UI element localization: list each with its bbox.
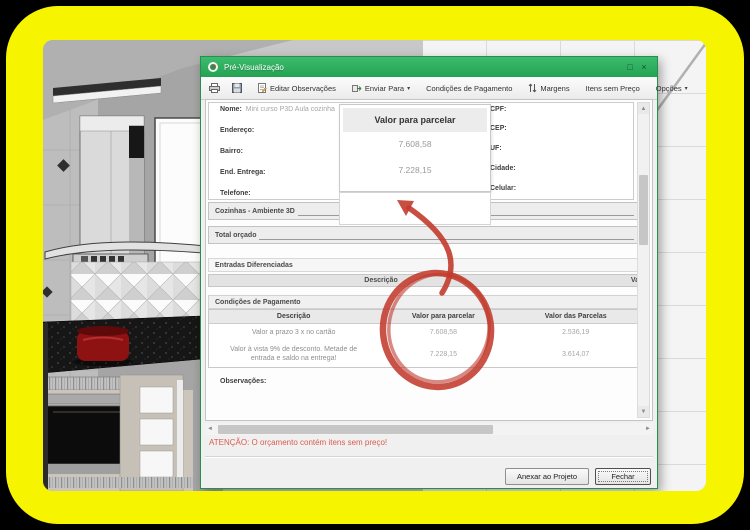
- valor-parcelar-value-2: 7.228,15: [340, 165, 490, 175]
- drawer-front: [140, 419, 173, 445]
- field-cpf: CPF:: [490, 106, 506, 113]
- backsplash-tiles: [71, 262, 216, 323]
- vertical-scrollbar[interactable]: ▲ ▼: [637, 102, 650, 418]
- valor-parcelar-value-1: 7.608,58: [340, 139, 490, 149]
- toolbar-item-enviar-para[interactable]: Enviar Para ▾: [348, 82, 414, 95]
- scroll-up-icon[interactable]: ▲: [638, 103, 649, 114]
- drawer-front: [140, 451, 173, 477]
- scroll-right-icon[interactable]: ►: [643, 423, 653, 435]
- section-condicoes: Condições de Pagamento: [208, 295, 644, 309]
- nome-value: Mini curso P3D Aula cozinha: [246, 106, 335, 113]
- field-celular: Celular:: [490, 185, 516, 192]
- app-icon: [207, 61, 219, 73]
- toolbar-item-editar-observacoes[interactable]: Editar Observações: [254, 81, 340, 95]
- edit-notes-icon: [258, 83, 267, 93]
- printer-icon: [209, 83, 220, 93]
- field-telefone: Telefone:: [220, 190, 251, 197]
- entradas-header-row: Descrição Val: [208, 274, 644, 287]
- field-end-entrega: End. Entrega:: [220, 169, 266, 176]
- scroll-down-icon[interactable]: ▼: [638, 406, 649, 417]
- dialog-toolbar: Editar Observações Enviar Para ▾ Condiçõ…: [201, 77, 657, 100]
- margins-icon: [528, 83, 537, 93]
- warning-message: ATENÇÃO: O orçamento contém itens sem pr…: [209, 438, 387, 447]
- cabinet-kickplate: [43, 477, 193, 488]
- anexar-projeto-button[interactable]: Anexar ao Projeto: [505, 468, 589, 485]
- field-endereco: Endereço:: [220, 127, 254, 134]
- preview-dialog: Pré-Visualização □ ×: [200, 56, 658, 489]
- dropdown-caret-icon: ▾: [407, 85, 410, 92]
- toolbar-item-condicoes-pagamento[interactable]: Condições de Pagamento: [422, 82, 516, 95]
- observacoes-label: Observações:: [220, 378, 266, 385]
- divider: [205, 456, 653, 458]
- maximize-button[interactable]: □: [623, 61, 637, 73]
- drawer-front: [140, 387, 173, 413]
- send-to-icon: [352, 84, 362, 93]
- screenshot-stage: Pré-Visualização □ ×: [0, 0, 750, 530]
- dialog-titlebar[interactable]: Pré-Visualização □ ×: [201, 57, 657, 77]
- payment-table-header: Descrição Valor para parcelar Valor das …: [209, 310, 643, 324]
- payment-row-prazo[interactable]: Valor a prazo 3 x no cartão 7.608,58 2.5…: [209, 324, 643, 341]
- budget-document: Nome: Mini curso P3D Aula cozinha Endere…: [205, 99, 653, 421]
- fechar-button[interactable]: Fechar: [595, 468, 651, 485]
- payment-table: Descrição Valor para parcelar Valor das …: [208, 309, 644, 368]
- horizontal-scroll-thumb[interactable]: [218, 425, 493, 434]
- toolbar-item-margens[interactable]: Margens: [524, 81, 573, 95]
- valor-parcelar-popup: Valor para parcelar 7.608,58 7.228,15: [339, 104, 491, 192]
- field-bairro: Bairro:: [220, 148, 243, 155]
- field-nome: Nome: Mini curso P3D Aula cozinha: [220, 106, 335, 113]
- dropdown-caret-icon: ▾: [685, 85, 688, 92]
- vertical-scroll-thumb[interactable]: [639, 175, 648, 245]
- dialog-title: Pré-Visualização: [224, 63, 284, 72]
- toolbar-item-itens-sem-preco[interactable]: Itens sem Preço: [582, 82, 644, 95]
- scroll-left-icon[interactable]: ◄: [205, 423, 215, 435]
- field-cep: CEP:: [490, 125, 507, 132]
- field-uf: UF:: [490, 145, 502, 152]
- section-total-orcado: Total orçado: [208, 226, 644, 244]
- horizontal-scrollbar[interactable]: ◄ ►: [205, 423, 653, 435]
- field-cidade: Cidade:: [490, 165, 516, 172]
- toolbar-item-opcoes[interactable]: Opções ▾: [652, 82, 692, 95]
- valor-parcelar-popup-extension: [339, 192, 491, 225]
- valor-parcelar-title: Valor para parcelar: [343, 108, 487, 132]
- close-button[interactable]: ×: [637, 61, 651, 73]
- section-entradas: Entradas Diferenciadas: [208, 258, 644, 272]
- save-icon: [232, 83, 242, 93]
- save-button[interactable]: [228, 81, 246, 95]
- print-button[interactable]: [205, 81, 224, 95]
- screenshot-area: Pré-Visualização □ ×: [43, 40, 706, 491]
- payment-row-avista[interactable]: Valor à vista 9% de desconto. Metade de …: [209, 341, 643, 367]
- cabinet-niche: [129, 126, 144, 158]
